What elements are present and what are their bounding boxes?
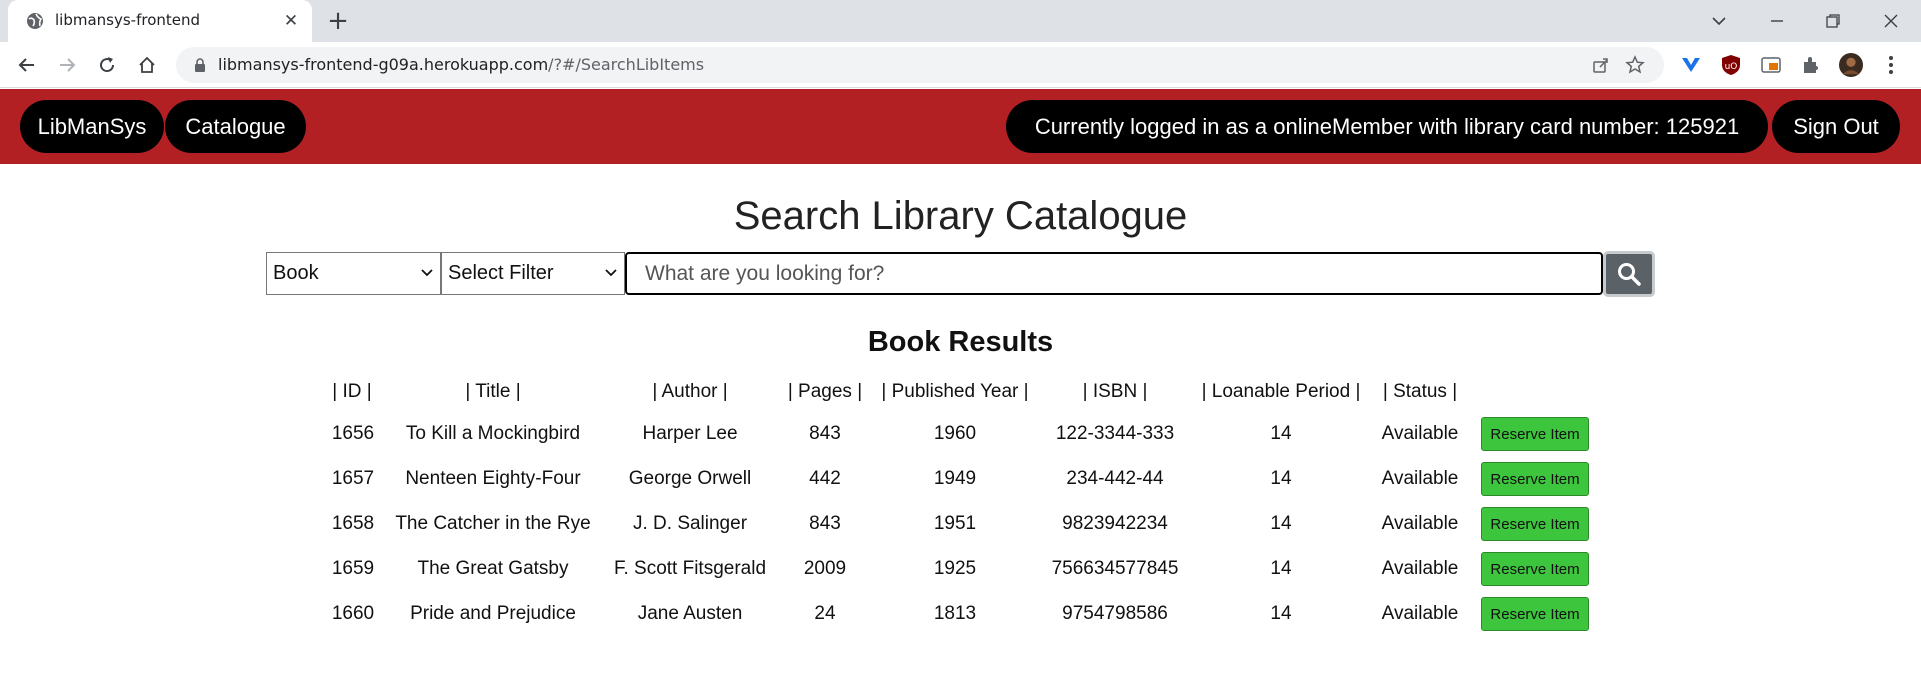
column-header: | Published Year |: [881, 381, 1029, 402]
reserve-item-button[interactable]: Reserve Item: [1481, 462, 1589, 496]
cell-published-year: 1951: [933, 513, 977, 534]
cell-isbn: 9754798586: [1062, 603, 1168, 624]
cell-isbn: 234-442-44: [1066, 468, 1164, 489]
column-header: | ID |: [332, 381, 372, 402]
browser-toolbar: libmansys-frontend-g09a.herokuapp.com/?#…: [0, 42, 1921, 88]
column-header: | Pages |: [787, 381, 863, 402]
home-icon[interactable]: [133, 51, 161, 79]
cell-pages: 843: [809, 513, 841, 534]
column-header: | Loanable Period |: [1201, 381, 1361, 402]
search-icon: [1618, 263, 1641, 286]
sign-out-button[interactable]: Sign Out: [1772, 100, 1900, 153]
cell-loanable-period: 14: [1270, 513, 1292, 534]
cell-published-year: 1925: [933, 558, 977, 579]
column-header: | ISBN |: [1082, 381, 1148, 402]
chevron-down-icon: [421, 269, 433, 277]
minimize-icon[interactable]: [1762, 6, 1792, 36]
cell-id: 1660: [331, 603, 375, 624]
login-status-badge: Currently logged in as a onlineMember wi…: [1006, 100, 1768, 153]
new-tab-icon[interactable]: +: [324, 8, 352, 36]
puzzle-extensions-icon[interactable]: [1799, 53, 1823, 77]
item-type-value: Book: [273, 262, 319, 284]
cell-status: Available: [1381, 558, 1459, 579]
cell-author: Jane Austen: [637, 603, 743, 624]
cell-author: F. Scott Fitsgerald: [613, 558, 767, 579]
forward-arrow-icon[interactable]: [53, 51, 81, 79]
profile-avatar[interactable]: [1839, 53, 1863, 77]
restore-icon[interactable]: [1818, 6, 1848, 36]
kebab-menu-icon[interactable]: [1879, 53, 1903, 77]
app-header: LibManSys Catalogue Currently logged in …: [0, 89, 1921, 164]
cell-pages: 442: [809, 468, 841, 489]
tab-search-icon[interactable]: [1704, 6, 1734, 36]
cell-isbn: 122-3344-333: [1055, 423, 1175, 444]
cell-title: The Catcher in the Rye: [395, 513, 591, 534]
cell-id: 1659: [331, 558, 375, 579]
cell-published-year: 1813: [933, 603, 977, 624]
cell-loanable-period: 14: [1270, 468, 1292, 489]
page-title: Search Library Catalogue: [733, 194, 1188, 238]
share-icon[interactable]: [1590, 54, 1612, 76]
close-tab-icon[interactable]: ✕: [280, 10, 302, 32]
filter-value: Select Filter: [448, 262, 554, 284]
search-button[interactable]: [1603, 251, 1655, 297]
results-title: Book Results: [867, 326, 1054, 358]
reserve-item-button[interactable]: Reserve Item: [1481, 507, 1589, 541]
cell-author: Harper Lee: [642, 423, 738, 444]
svg-text:uO: uO: [1725, 62, 1738, 72]
item-type-select[interactable]: Book: [266, 252, 441, 295]
cell-author: J. D. Salinger: [632, 513, 748, 534]
extension-vpn-icon[interactable]: [1679, 53, 1703, 77]
cell-status: Available: [1381, 468, 1459, 489]
reserve-item-button[interactable]: Reserve Item: [1481, 417, 1589, 451]
cell-status: Available: [1381, 603, 1459, 624]
lock-icon: [195, 58, 205, 72]
cell-isbn: 756634577845: [1051, 558, 1179, 579]
search-input[interactable]: [625, 252, 1603, 295]
cell-status: Available: [1381, 513, 1459, 534]
brand-button[interactable]: LibManSys: [20, 100, 164, 153]
browser-tabstrip: libmansys-frontend ✕ +: [0, 0, 1921, 42]
catalogue-button[interactable]: Catalogue: [165, 100, 306, 153]
address-bar[interactable]: libmansys-frontend-g09a.herokuapp.com/?#…: [176, 47, 1664, 83]
cell-title: To Kill a Mockingbird: [405, 423, 581, 444]
url-text: libmansys-frontend-g09a.herokuapp.com/?#…: [218, 55, 705, 74]
cell-published-year: 1949: [933, 468, 977, 489]
cell-id: 1658: [331, 513, 375, 534]
cell-loanable-period: 14: [1270, 558, 1292, 579]
close-window-icon[interactable]: [1876, 6, 1906, 36]
cast-extension-icon[interactable]: [1759, 53, 1783, 77]
reserve-item-button[interactable]: Reserve Item: [1481, 552, 1589, 586]
chevron-down-icon: [605, 269, 617, 277]
cell-id: 1656: [331, 423, 375, 444]
tab-title: libmansys-frontend: [55, 11, 201, 29]
cell-loanable-period: 14: [1270, 423, 1292, 444]
column-header: | Author |: [652, 381, 728, 402]
cell-pages: 2009: [803, 558, 847, 579]
cell-id: 1657: [331, 468, 375, 489]
cell-isbn: 9823942234: [1062, 513, 1168, 534]
reload-icon[interactable]: [93, 51, 121, 79]
cell-title: Pride and Prejudice: [410, 603, 576, 624]
column-header: | Status |: [1382, 381, 1458, 402]
cell-author: George Orwell: [628, 468, 752, 489]
cell-pages: 843: [809, 423, 841, 444]
ublock-icon[interactable]: uO: [1719, 53, 1743, 77]
back-arrow-icon[interactable]: [13, 51, 41, 79]
cell-status: Available: [1381, 423, 1459, 444]
browser-tab[interactable]: libmansys-frontend ✕: [8, 0, 312, 42]
bookmark-star-icon[interactable]: [1624, 54, 1646, 76]
cell-title: The Great Gatsby: [417, 558, 569, 579]
column-header: | Title |: [465, 381, 521, 402]
reserve-item-button[interactable]: Reserve Item: [1481, 597, 1589, 631]
globe-icon: [27, 13, 43, 29]
filter-select[interactable]: Select Filter: [441, 252, 625, 295]
cell-published-year: 1960: [933, 423, 977, 444]
cell-loanable-period: 14: [1270, 603, 1292, 624]
cell-title: Nenteen Eighty-Four: [405, 468, 581, 489]
cell-pages: 24: [814, 603, 836, 624]
